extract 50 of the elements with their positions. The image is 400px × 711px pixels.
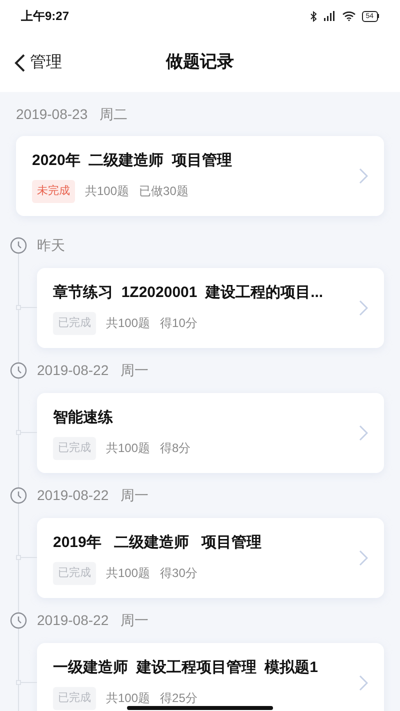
record-title: 一级建造师 建设工程项目管理 模拟题1: [53, 658, 318, 678]
bluetooth-icon: [310, 10, 317, 22]
question-count: 共100题: [106, 315, 150, 332]
page-title: 做题记录: [166, 51, 234, 74]
result-text: 得25分: [160, 690, 198, 708]
signal-icon: [322, 11, 336, 21]
record-card[interactable]: 一级建造师 建设工程项目管理 模拟题1 已完成 共100题 得25分: [37, 643, 384, 711]
date-label: 2019-08-23: [16, 104, 88, 124]
record-title: 2019年 二级建造师 项目管理: [53, 532, 262, 552]
chevron-right-icon: [359, 168, 368, 184]
status-badge: 已完成: [53, 687, 96, 710]
clock-icon: [10, 486, 27, 504]
record-card[interactable]: 2020年 二级建造师 项目管理 未完成 共100题 已做30题: [16, 136, 384, 216]
date-label: 2019-08-22: [37, 360, 109, 380]
record-title: 章节练习 1Z2020001 建设工程的项目...: [53, 282, 324, 302]
record-title: 2020年 二级建造师 项目管理: [32, 150, 232, 170]
result-text: 得10分: [160, 315, 198, 332]
date-label: 昨天: [37, 236, 65, 254]
status-badge: 已完成: [53, 437, 96, 460]
weekday-label: 周二: [100, 104, 128, 124]
date-label: 2019-08-22: [37, 610, 109, 630]
date-label: 2019-08-22: [37, 486, 109, 504]
back-icon: [14, 53, 26, 73]
chevron-right-icon: [359, 300, 368, 316]
wifi-icon: [342, 11, 356, 21]
chevron-right-icon: [359, 550, 368, 566]
question-count: 共100题: [85, 183, 130, 200]
status-badge: 未完成: [32, 180, 75, 202]
status-badge: 已完成: [53, 312, 96, 334]
chevron-right-icon: [359, 675, 368, 691]
status-time: 上午9:27: [21, 8, 70, 25]
result-text: 已做30题: [139, 183, 188, 200]
back-button[interactable]: 管理: [14, 51, 62, 75]
result-text: 得30分: [160, 565, 198, 582]
weekday-label: 周一: [120, 486, 149, 504]
status-badge: 已完成: [53, 562, 96, 584]
record-card[interactable]: 智能速练 已完成 共100题 得8分: [37, 393, 384, 473]
record-title: 智能速练: [53, 408, 114, 428]
clock-icon: [10, 236, 27, 254]
question-count: 共100题: [106, 690, 150, 708]
clock-icon: [10, 612, 27, 628]
question-count: 共100题: [106, 440, 150, 458]
record-card[interactable]: 2019年 二级建造师 项目管理 已完成 共100题 得30分: [37, 518, 384, 598]
clock-icon: [10, 362, 27, 378]
record-card[interactable]: 章节练习 1Z2020001 建设工程的项目... 已完成 共100题 得10分: [37, 268, 384, 348]
weekday-label: 周一: [120, 360, 149, 380]
question-count: 共100题: [106, 565, 150, 582]
weekday-label: 周一: [120, 610, 149, 630]
result-text: 得8分: [160, 440, 191, 458]
chevron-right-icon: [359, 425, 368, 441]
